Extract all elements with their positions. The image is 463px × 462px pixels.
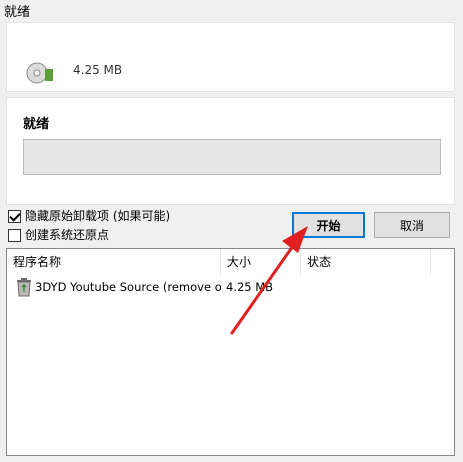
program-status-cell [307, 276, 427, 298]
column-header-program-name[interactable]: 程序名称 [7, 249, 221, 275]
program-info-panel: 4.25 MB [6, 22, 455, 92]
hide-original-uninstall-option[interactable]: 隐藏原始卸载项 (如果可能) [8, 209, 170, 223]
program-list[interactable]: 程序名称 大小 状态 3DYD Youtube Source (remove o… [6, 248, 455, 456]
start-button[interactable]: 开始 [292, 212, 365, 238]
cancel-button[interactable]: 取消 [374, 212, 450, 238]
program-size-cell: 4.25 MB [226, 280, 274, 294]
list-header: 程序名称 大小 状态 [7, 249, 454, 275]
hide-original-uninstall-label: 隐藏原始卸载项 (如果可能) [25, 209, 171, 223]
recycle-bin-icon [15, 277, 33, 297]
program-name-cell: 3DYD Youtube Source (remove only) [35, 280, 221, 294]
column-header-status[interactable]: 状态 [301, 249, 431, 275]
create-restore-point-checkbox[interactable] [8, 228, 21, 242]
hide-original-uninstall-checkbox[interactable] [8, 209, 21, 223]
create-restore-point-label: 创建系统还原点 [25, 228, 110, 242]
program-size-text: 4.25 MB [73, 63, 123, 77]
status-label: 就绪 [23, 117, 50, 132]
column-header-size[interactable]: 大小 [221, 249, 301, 275]
window-title: 就绪 [4, 5, 31, 20]
create-restore-point-option[interactable]: 创建系统还原点 [8, 228, 109, 242]
program-icon [25, 61, 55, 85]
table-row[interactable]: 3DYD Youtube Source (remove only) 4.25 M… [7, 276, 454, 298]
progress-bar [23, 139, 441, 175]
status-panel: 就绪 [6, 97, 455, 205]
